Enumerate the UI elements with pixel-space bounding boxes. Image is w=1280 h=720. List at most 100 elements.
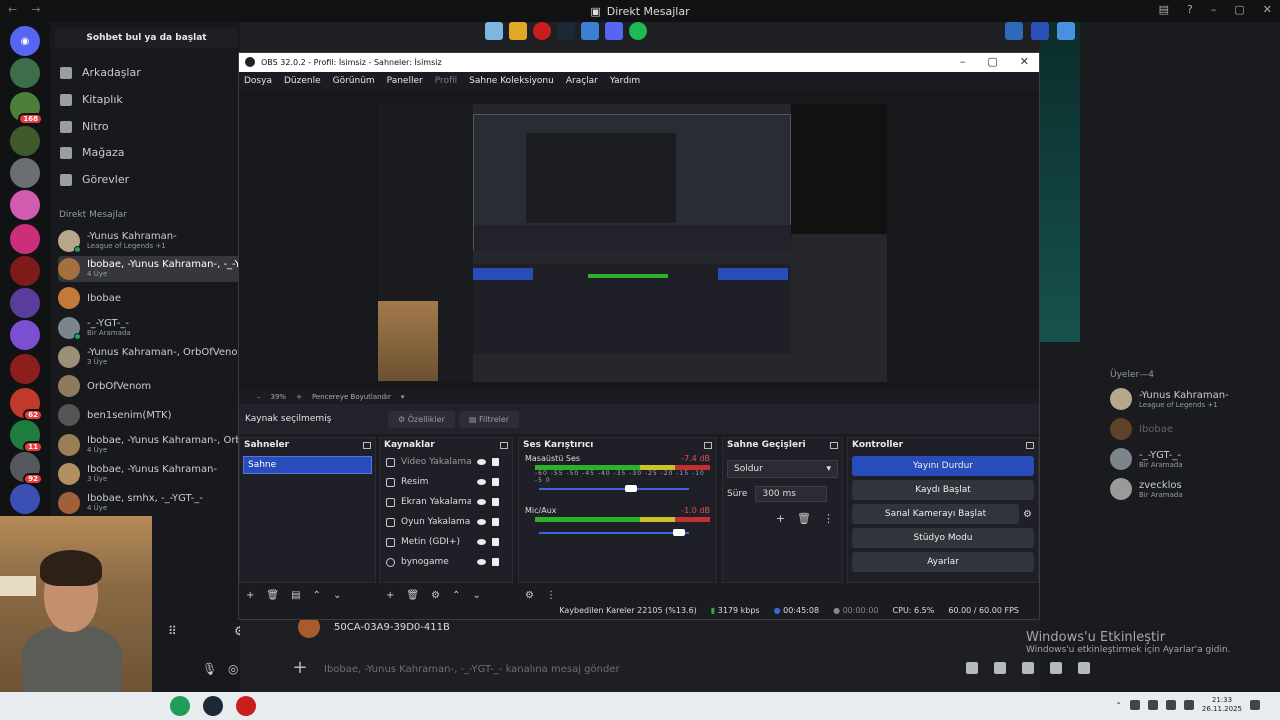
nav-nitro[interactable]: Nitro (60, 120, 109, 133)
taskbar-app-icon[interactable] (170, 696, 190, 716)
undock-icon[interactable] (500, 442, 508, 449)
emoji-icon[interactable] (1050, 662, 1062, 674)
member-item[interactable]: -Yunus Kahraman- League of Legends +1 (1110, 384, 1280, 414)
desktop-app-icon[interactable] (1031, 22, 1049, 40)
lock-icon[interactable] (492, 458, 499, 466)
filters-button[interactable]: ▤ Filtreler (458, 410, 520, 428)
menu-icon[interactable]: ⋮ (823, 512, 834, 525)
menu-icon[interactable]: ⋮ (546, 590, 556, 601)
steam-icon[interactable] (203, 696, 223, 716)
lock-icon[interactable] (492, 538, 499, 546)
notification-icon[interactable] (1250, 700, 1260, 710)
advanced-audio-icon[interactable]: ⚙ (525, 590, 534, 601)
server-icon[interactable] (10, 256, 40, 286)
undock-icon[interactable] (1026, 442, 1034, 449)
server-icon[interactable] (10, 320, 40, 350)
menu-help[interactable]: Yardım (610, 76, 640, 86)
down-icon[interactable]: ⌄ (333, 590, 341, 601)
back-icon[interactable]: ← (8, 3, 17, 16)
lock-icon[interactable] (492, 478, 499, 486)
display-icon[interactable] (1165, 700, 1176, 710)
filter-icon[interactable]: ▤ (291, 590, 300, 601)
server-icon[interactable] (10, 190, 40, 220)
duration-input[interactable]: 300 ms (755, 486, 828, 502)
eye-icon[interactable] (477, 499, 486, 505)
dm-search-button[interactable]: Sohbet bul ya da başlat (55, 28, 238, 48)
add-icon[interactable]: + (776, 512, 785, 525)
undock-icon[interactable] (830, 442, 838, 449)
menu-docks[interactable]: Paneller (387, 76, 423, 86)
server-icon[interactable] (10, 224, 40, 254)
sticker-icon[interactable] (1022, 662, 1034, 674)
gear-icon[interactable]: ⚙ (1023, 509, 1032, 520)
member-item[interactable]: -_-YGT-_- Bir Aramada (1110, 444, 1280, 474)
gear-icon[interactable]: ⚙ (431, 590, 440, 601)
server-icon[interactable]: 168 (10, 92, 43, 125)
help-icon[interactable]: ? (1187, 3, 1193, 16)
attach-button[interactable]: + (290, 659, 310, 679)
settings-button[interactable]: Ayarlar (852, 552, 1034, 572)
gift-icon[interactable] (966, 662, 978, 674)
dm-item[interactable]: Ibobae, -Yunus Kahraman- 3 Üye (58, 461, 240, 487)
desktop-app-icon[interactable] (533, 22, 551, 40)
menu-profile[interactable]: Profil (435, 76, 457, 86)
network-icon[interactable] (1147, 700, 1158, 710)
dm-item[interactable]: ben1senim(MTK) (58, 402, 240, 428)
studio-mode-button[interactable]: Stüdyo Modu (852, 528, 1034, 548)
server-icon[interactable]: 11 (10, 420, 43, 453)
slider-knob[interactable] (624, 485, 637, 492)
add-icon[interactable]: + (386, 590, 394, 601)
obs-taskbar-icon[interactable] (236, 696, 256, 716)
server-icon[interactable] (10, 484, 40, 514)
server-icon[interactable]: 62 (10, 388, 43, 421)
desktop-app-icon[interactable] (509, 22, 527, 40)
properties-button[interactable]: ⚙ Özellikler (388, 410, 455, 428)
eye-icon[interactable] (477, 479, 486, 485)
dm-item[interactable]: Ibobae, smhx, -_-YGT-_- 4 Üye (58, 490, 240, 516)
up-icon[interactable]: ⌃ (452, 590, 460, 601)
volume-icon[interactable] (1183, 700, 1194, 710)
mic-icon[interactable]: 🎙 (202, 662, 217, 676)
slider-knob[interactable] (672, 529, 685, 536)
dm-item[interactable]: Ibobae, -Yunus Kahraman-, OrbO 4 Üye (58, 432, 250, 458)
preview-area[interactable] (239, 90, 1039, 390)
nav-shop[interactable]: Mağaza (60, 146, 124, 159)
close-button[interactable]: ✕ (1020, 55, 1029, 68)
dm-item[interactable]: OrbOfVenom (58, 373, 240, 399)
dm-item[interactable]: -Yunus Kahraman- League of Legends +1 (58, 228, 240, 254)
member-item[interactable]: zvecklos Bir Aramada (1110, 474, 1280, 504)
zoom-in-button[interactable]: + (296, 393, 302, 401)
trash-icon[interactable]: 🗑 (266, 590, 279, 601)
desktop-app-icon[interactable] (1057, 22, 1075, 40)
menu-edit[interactable]: Düzenle (284, 76, 321, 86)
gif-icon[interactable] (994, 662, 1006, 674)
chevron-down-icon[interactable]: ▾ (401, 393, 405, 401)
stop-stream-button[interactable]: Yayını Durdur (852, 456, 1034, 476)
server-icon[interactable]: 92 (10, 452, 43, 485)
minimize-button[interactable]: – (1211, 3, 1217, 16)
desktop-app-icon[interactable] (485, 22, 503, 40)
desktop-app-icon[interactable] (1005, 22, 1023, 40)
server-icon[interactable] (10, 58, 40, 88)
mic-icon[interactable] (1129, 700, 1140, 710)
maximize-button[interactable]: ▢ (987, 55, 997, 68)
zoom-mode[interactable]: Pencereye Boyutlandır (312, 393, 391, 401)
server-icon[interactable] (10, 126, 40, 156)
source-item[interactable]: bynogame (380, 552, 512, 572)
close-button[interactable]: ✕ (1263, 3, 1272, 16)
dm-item[interactable]: -Yunus Kahraman-, OrbOfVenom 3 Üye (58, 344, 247, 370)
source-item[interactable]: Oyun Yakalama (380, 512, 512, 532)
undock-icon[interactable] (704, 442, 712, 449)
source-item[interactable]: Resim (380, 472, 512, 492)
add-icon[interactable]: + (246, 590, 254, 601)
chevron-up-icon[interactable]: ⌃ (1115, 701, 1122, 710)
nav-friends[interactable]: Arkadaşlar (60, 66, 141, 79)
message-input[interactable]: Ibobae, -Yunus Kahraman-, -_-YGT-_- kana… (324, 664, 620, 675)
minimize-button[interactable]: – (960, 55, 966, 68)
member-item[interactable]: Ibobae (1110, 414, 1280, 444)
source-item[interactable]: Video Yakalama / (380, 452, 512, 472)
volume-slider[interactable] (539, 484, 710, 494)
down-icon[interactable]: ⌄ (472, 590, 480, 601)
desktop-app-icon[interactable] (557, 22, 575, 40)
lock-icon[interactable] (492, 498, 499, 506)
